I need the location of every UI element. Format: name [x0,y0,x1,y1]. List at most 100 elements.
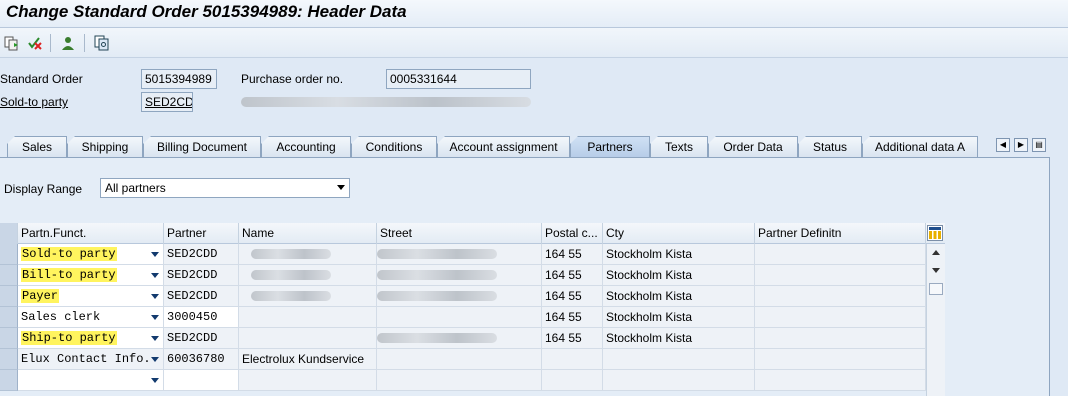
partner-definition [755,307,926,328]
partner-definition [755,349,926,370]
row-selector[interactable] [0,307,18,328]
table-row[interactable]: Bill-to party SED2CDD 164 55 Stockholm K… [0,265,926,286]
copy-overview-icon[interactable] [92,33,112,53]
redacted-name [251,249,331,259]
table-row[interactable]: Payer SED2CDD 164 55 Stockholm Kista [0,286,926,307]
table-row[interactable]: Sales clerk 3000450 164 55 Stockholm Kis… [0,307,926,328]
chevron-down-icon[interactable] [151,315,159,320]
partner-function-select[interactable]: Bill-to party [18,265,164,286]
po-number-label: Purchase order no. [241,72,344,86]
partner-definition [755,244,926,265]
tab-account-assignment[interactable]: Account assignment [437,136,570,157]
row-selector[interactable] [0,265,18,286]
table-row[interactable]: Sold-to party SED2CDD 164 55 Stockholm K… [0,244,926,265]
partner-postal-code: 164 55 [542,286,603,307]
redacted-street [377,270,497,280]
display-range-select[interactable]: All partners [100,178,350,198]
partner-number[interactable]: 3000450 [164,307,239,328]
user-icon[interactable] [58,33,78,53]
tab-texts[interactable]: Texts [650,136,708,157]
column-header-street[interactable]: Street [377,223,542,244]
scroll-down-icon[interactable] [932,268,940,273]
select-all-cell[interactable] [0,223,18,244]
tab-scroll-right-icon[interactable]: ▶ [1014,138,1028,152]
tab-accounting[interactable]: Accounting [261,136,351,157]
partner-function-value: Bill-to party [21,268,117,282]
standard-order-field[interactable]: 5015394989 [141,69,217,89]
chevron-down-icon[interactable] [151,357,159,362]
partner-definition [755,370,926,391]
partner-number[interactable]: SED2CDD [164,265,239,286]
tab-list-icon[interactable]: ▤ [1032,138,1046,152]
chevron-down-icon[interactable] [151,294,159,299]
column-header-city[interactable]: Cty [603,223,755,244]
partner-function-value: Payer [21,289,60,303]
partner-name [239,328,377,349]
chevron-down-icon[interactable] [151,378,159,383]
chevron-down-icon[interactable] [151,336,159,341]
column-settings-icon[interactable] [927,225,943,241]
table-header: Partn.Funct. Partner Name Street Postal … [0,223,945,244]
chevron-down-icon[interactable] [151,273,159,278]
partner-street [377,328,542,349]
tab-shipping[interactable]: Shipping [67,136,143,157]
tab-scroll-left-icon[interactable]: ◀ [996,138,1010,152]
partner-function-select[interactable]: Sales clerk [18,307,164,328]
row-selector[interactable] [0,328,18,349]
tab-sales[interactable]: Sales [7,136,67,157]
row-selector[interactable] [0,286,18,307]
partner-name [239,370,377,391]
sold-to-party-label[interactable]: Sold-to party [0,95,68,109]
redacted-street [377,291,497,301]
partner-function-value: Sold-to party [21,247,117,261]
partner-number[interactable]: SED2CDD [164,286,239,307]
row-selector[interactable] [0,244,18,265]
row-selector[interactable] [0,349,18,370]
partner-function-select[interactable]: Sold-to party [18,244,164,265]
column-header-partn-funct[interactable]: Partn.Funct. [18,223,164,244]
table-vertical-scrollbar[interactable] [926,244,945,396]
partner-function-select[interactable]: Ship-to party [18,328,164,349]
tab-additional-data-a[interactable]: Additional data A [862,136,978,157]
partner-number[interactable]: SED2CDD [164,328,239,349]
partner-number[interactable]: SED2CDD [164,244,239,265]
partner-postal-code: 164 55 [542,307,603,328]
redacted-customer-name [241,97,531,107]
table-row[interactable]: Elux Contact Info. 60036780 Electrolux K… [0,349,926,370]
table-row[interactable]: Ship-to party SED2CDD 164 55 Stockholm K… [0,328,926,349]
table-row[interactable] [0,370,926,391]
partner-function-select[interactable] [18,370,164,391]
partner-number[interactable] [164,370,239,391]
column-header-name[interactable]: Name [239,223,377,244]
title-bar: Change Standard Order 5015394989: Header… [0,0,1068,28]
partner-street [377,307,542,328]
tab-status[interactable]: Status [798,136,862,157]
redacted-name [251,270,331,280]
chevron-down-icon[interactable] [151,252,159,257]
cancel-check-icon[interactable] [25,33,45,53]
scroll-thumb[interactable] [929,283,943,295]
display-range-value: All partners [105,181,166,195]
scroll-up-icon[interactable] [932,250,940,255]
column-header-postal-code[interactable]: Postal c... [542,223,603,244]
po-number-field[interactable]: 0005331644 [386,69,531,89]
tab-billing-document[interactable]: Billing Document [143,136,261,157]
partner-function-select[interactable]: Elux Contact Info. [18,349,164,370]
partner-function-select[interactable]: Payer [18,286,164,307]
partner-name [239,265,377,286]
column-header-partner[interactable]: Partner [164,223,239,244]
column-header-partner-definition[interactable]: Partner Definitn [755,223,926,244]
display-document-flow-icon[interactable] [2,33,22,53]
tab-partners[interactable]: Partners [570,136,650,157]
row-selector[interactable] [0,370,18,391]
tab-order-data[interactable]: Order Data [708,136,798,157]
partner-postal-code [542,349,603,370]
partner-number[interactable]: 60036780 [164,349,239,370]
chevron-down-icon[interactable] [337,185,345,190]
partner-name: Electrolux Kundservice [239,349,377,370]
partner-postal-code [542,370,603,391]
partner-street [377,244,542,265]
sold-to-party-field[interactable]: SED2CDD [141,92,193,112]
tab-conditions[interactable]: Conditions [351,136,437,157]
application-toolbar [0,28,1068,58]
